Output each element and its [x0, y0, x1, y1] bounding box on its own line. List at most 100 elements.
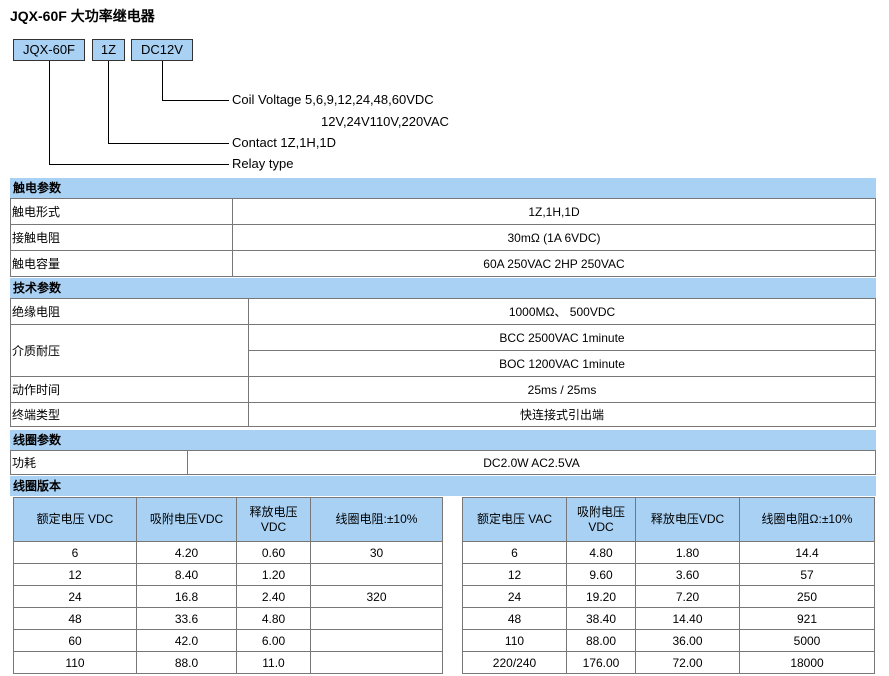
table-cell: 57	[739, 563, 875, 586]
table-row: 6 4.80 1.80 14.4	[462, 541, 875, 564]
table-cell: 48	[462, 607, 567, 630]
page-title: JQX-60F 大功率继电器	[10, 8, 155, 24]
connector-line	[49, 164, 229, 165]
table-cell: 14.4	[739, 541, 875, 564]
column-header: 吸附电压VDC	[136, 497, 237, 542]
row-value: 25ms / 25ms	[248, 376, 876, 403]
table-cell: 14.40	[635, 607, 740, 630]
table-row: 12 8.40 1.20	[13, 563, 443, 586]
connector-line	[108, 61, 109, 144]
coil-version-header: 线圈版本	[10, 476, 876, 496]
table-cell	[310, 651, 443, 674]
contact-text: Contact 1Z,1H,1D	[232, 135, 337, 150]
table-cell: 18000	[739, 651, 875, 674]
table-cell: 33.6	[136, 607, 237, 630]
table-cell: 36.00	[635, 629, 740, 652]
table-cell: 176.00	[566, 651, 636, 674]
table-cell: 1.80	[635, 541, 740, 564]
row-label: 触电形式	[10, 198, 233, 225]
table-cell: 12	[462, 563, 567, 586]
table-row: 60 42.0 6.00	[13, 629, 443, 652]
table-cell: 6	[462, 541, 567, 564]
table-cell: 320	[310, 585, 443, 608]
table-header-row: 额定电压 VDC 吸附电压VDC 释放电压VDC 线圈电阻:±10%	[13, 497, 443, 542]
table-cell: 4.20	[136, 541, 237, 564]
table-cell: 60	[13, 629, 137, 652]
column-header: 释放电压VDC	[635, 497, 740, 542]
tech-params-table: 绝缘电阻 1000MΩ、 500VDC 介质耐压 BCC 2500VAC 1mi…	[10, 298, 876, 427]
row-value: BCC 2500VAC 1minute	[248, 324, 876, 351]
table-cell: 9.60	[566, 563, 636, 586]
column-header: 吸附电压VDC	[566, 497, 636, 542]
table-row: 绝缘电阻 1000MΩ、 500VDC	[10, 298, 876, 325]
table-row: 触电形式 1Z,1H,1D	[10, 198, 876, 225]
table-cell: 4.80	[566, 541, 636, 564]
column-header: 额定电压 VAC	[462, 497, 567, 542]
column-header: 释放电压VDC	[236, 497, 311, 542]
table-row: 48 38.40 14.40 921	[462, 607, 875, 630]
tech-params-header: 技术参数	[10, 278, 876, 298]
table-row: 接触电阻 30mΩ (1A 6VDC)	[10, 224, 876, 251]
row-value: 1Z,1H,1D	[232, 198, 876, 225]
table-cell: 12	[13, 563, 137, 586]
table-row: 48 33.6 4.80	[13, 607, 443, 630]
table-row: 12 9.60 3.60 57	[462, 563, 875, 586]
table-cell: 8.40	[136, 563, 237, 586]
table-cell: 88.0	[136, 651, 237, 674]
table-cell: 6	[13, 541, 137, 564]
row-label: 动作时间	[10, 376, 249, 403]
table-row: 动作时间 25ms / 25ms	[10, 376, 876, 403]
row-label: 功耗	[10, 450, 188, 475]
coil-voltage-ac-text: 12V,24V110V,220VAC	[321, 114, 449, 129]
ac-coil-table: 额定电压 VAC 吸附电压VDC 释放电压VDC 线圈电阻Ω:±10% 6 4.…	[462, 497, 875, 674]
connector-line	[49, 61, 50, 165]
coil-params-header: 线圈参数	[10, 430, 876, 450]
table-cell: 2.40	[236, 585, 311, 608]
coil-params-table: 功耗 DC2.0W AC2.5VA	[10, 450, 876, 475]
table-row: 功耗 DC2.0W AC2.5VA	[10, 450, 876, 475]
row-value: 快连接式引出端	[248, 402, 876, 427]
connector-line	[108, 143, 229, 144]
table-cell: 5000	[739, 629, 875, 652]
row-value: DC2.0W AC2.5VA	[187, 450, 876, 475]
table-cell: 88.00	[566, 629, 636, 652]
table-cell	[310, 607, 443, 630]
row-value: BOC 1200VAC 1minute	[248, 350, 876, 377]
table-row: 220/240 176.00 72.00 18000	[462, 651, 875, 674]
row-label: 终端类型	[10, 402, 249, 427]
row-label: 绝缘电阻	[10, 298, 249, 325]
table-header-row: 额定电压 VAC 吸附电压VDC 释放电压VDC 线圈电阻Ω:±10%	[462, 497, 875, 542]
table-row: 110 88.00 36.00 5000	[462, 629, 875, 652]
model-code-box: JQX-60F	[13, 39, 85, 61]
contact-params-header: 触电参数	[10, 178, 876, 198]
table-cell: 24	[13, 585, 137, 608]
contact-code-box: 1Z	[92, 39, 125, 61]
table-row: 6 4.20 0.60 30	[13, 541, 443, 564]
table-cell: 42.0	[136, 629, 237, 652]
table-row: 24 16.8 2.40 320	[13, 585, 443, 608]
table-row: 终端类型 快连接式引出端	[10, 402, 876, 427]
table-cell: 11.0	[236, 651, 311, 674]
row-label: 接触电阻	[10, 224, 233, 251]
row-label: 触电容量	[10, 250, 233, 277]
table-row: 24 19.20 7.20 250	[462, 585, 875, 608]
table-row: 触电容量 60A 250VAC 2HP 250VAC	[10, 250, 876, 277]
table-cell: 3.60	[635, 563, 740, 586]
column-header: 线圈电阻:±10%	[310, 497, 443, 542]
contact-params-table: 触电形式 1Z,1H,1D 接触电阻 30mΩ (1A 6VDC) 触电容量 6…	[10, 198, 876, 277]
connector-line	[162, 61, 163, 101]
table-cell	[310, 629, 443, 652]
column-header: 额定电压 VDC	[13, 497, 137, 542]
table-cell: 4.80	[236, 607, 311, 630]
table-cell: 24	[462, 585, 567, 608]
table-cell: 7.20	[635, 585, 740, 608]
table-cell: 110	[462, 629, 567, 652]
row-value: 30mΩ (1A 6VDC)	[232, 224, 876, 251]
row-value: 1000MΩ、 500VDC	[248, 298, 876, 325]
table-cell: 30	[310, 541, 443, 564]
table-row: 110 88.0 11.0	[13, 651, 443, 674]
table-cell: 0.60	[236, 541, 311, 564]
table-cell	[310, 563, 443, 586]
coil-voltage-text: Coil Voltage 5,6,9,12,24,48,60VDC	[232, 92, 434, 107]
table-cell: 48	[13, 607, 137, 630]
